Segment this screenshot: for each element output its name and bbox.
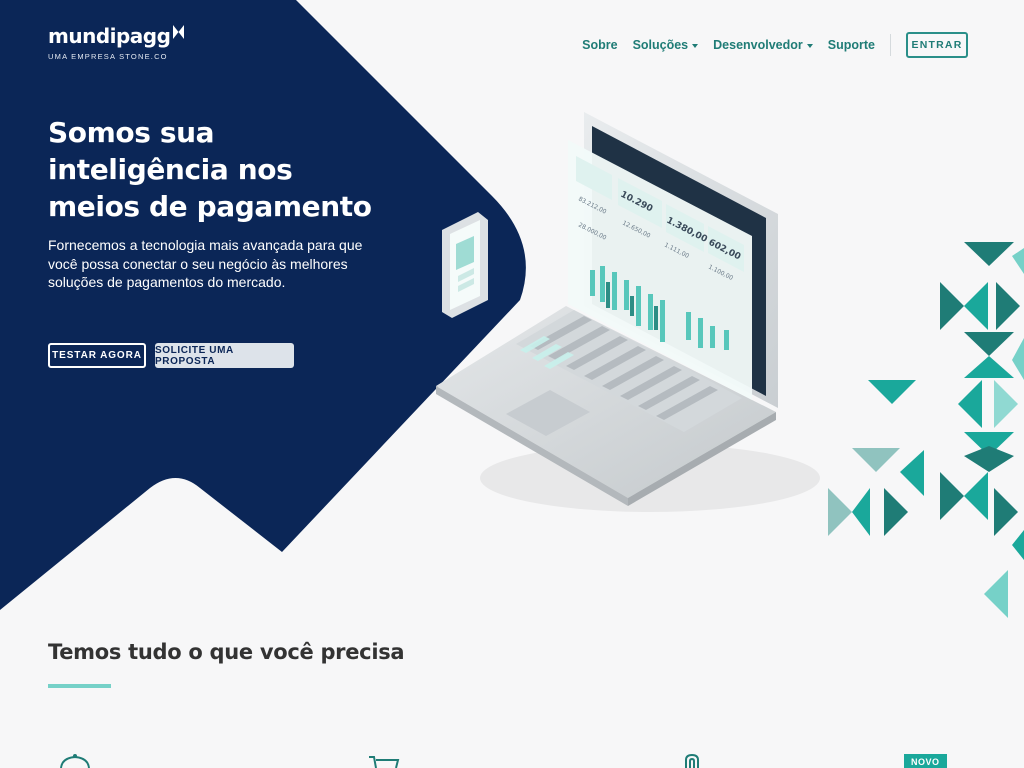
caret-down-icon xyxy=(806,43,813,48)
nav-item-suporte[interactable]: Suporte xyxy=(828,38,875,52)
nav-divider xyxy=(890,34,891,56)
brand-name: mundipagg xyxy=(48,24,171,48)
features-title: Temos tudo o que você precisa xyxy=(48,640,405,664)
new-badge: NOVO xyxy=(904,754,947,768)
nav-item-sobre[interactable]: Sobre xyxy=(582,38,617,52)
attachment-icon xyxy=(685,754,699,768)
nav-item-label: Soluções xyxy=(632,38,689,52)
nav-item-solucoes[interactable]: Soluções xyxy=(633,38,699,52)
try-now-button[interactable]: TESTAR AGORA xyxy=(48,343,146,368)
tag-icon xyxy=(60,754,90,768)
main-nav: Sobre Soluções Desenvolvedor Suporte ENT… xyxy=(567,32,968,58)
login-button[interactable]: ENTRAR xyxy=(906,32,968,58)
nav-item-label: Sobre xyxy=(582,38,618,52)
hero-subtitle: Fornecemos a tecnologia mais avançada pa… xyxy=(48,237,363,290)
nav-item-desenvolvedor[interactable]: Desenvolvedor xyxy=(713,38,813,52)
cart-icon xyxy=(369,756,400,768)
nav-item-label: Suporte xyxy=(827,38,875,52)
caret-down-icon xyxy=(692,43,699,48)
brand-tagline: UMA EMPRESA STONE.CO xyxy=(48,52,168,61)
nav-item-label: Desenvolvedor xyxy=(713,38,803,52)
hero-title: Somos sua inteligência nos meios de paga… xyxy=(48,116,372,223)
features-title-underline xyxy=(48,684,111,688)
brand-mark-icon xyxy=(173,25,185,39)
brand-logo[interactable]: mundipagg UMA EMPRESA STONE.CO xyxy=(48,24,185,61)
request-proposal-button[interactable]: SOLICITE UMA PROPOSTA xyxy=(155,343,294,368)
